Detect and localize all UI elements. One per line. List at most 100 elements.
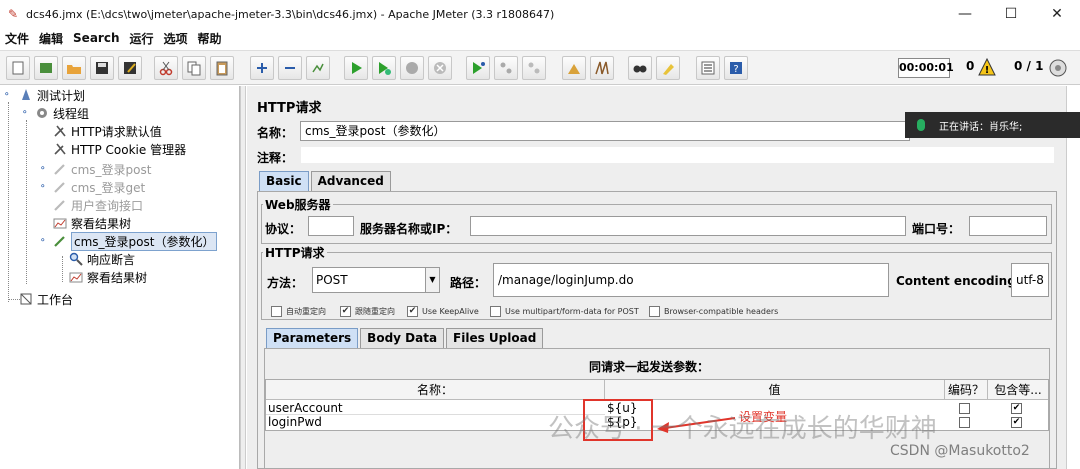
menu-file[interactable]: 文件 [0, 30, 34, 47]
port-field[interactable] [969, 216, 1047, 236]
clear-all-icon[interactable] [590, 56, 614, 80]
elapsed-time: 00:00:01 [898, 58, 954, 78]
tree-item-workbench[interactable]: 工作台 [18, 290, 73, 308]
column-header-name[interactable]: 名称： [266, 380, 605, 400]
expand-icon[interactable] [250, 56, 274, 80]
remote-exit-icon[interactable] [522, 56, 546, 80]
save-as-icon[interactable] [118, 56, 142, 80]
search-icon[interactable] [628, 56, 652, 80]
right-scroll-edge[interactable] [1066, 86, 1080, 469]
tree-item-test-plan[interactable]: 测试计划 [18, 86, 85, 104]
title-bar: ✎ dcs46.jmx (E:\dcs\two\jmeter\apache-jm… [0, 0, 1080, 28]
method-select[interactable]: POST ▼ [312, 267, 440, 293]
comment-field[interactable] [300, 146, 1055, 164]
pane-splitter[interactable] [240, 86, 246, 469]
server-field[interactable] [470, 216, 906, 236]
protocol-field[interactable] [308, 216, 354, 236]
test-plan-icon [18, 88, 34, 102]
remote-start-icon[interactable] [466, 56, 490, 80]
test-plan-tree: ⚬ 测试计划 ⚬ 线程组 HTTP请求默认值 HTTP Cookie 管理器 ⚬… [0, 86, 240, 469]
warning-icon[interactable]: ! [978, 58, 996, 76]
reset-search-icon[interactable] [656, 56, 680, 80]
remote-globe-icon[interactable] [1048, 58, 1068, 78]
request-body-tabs: Parameters Body Data Files Upload [266, 328, 545, 348]
keepalive-checkbox[interactable]: ✔ Use KeepAlive [407, 306, 479, 317]
help-icon[interactable]: ? [724, 56, 748, 80]
menu-help[interactable]: 帮助 [193, 30, 227, 47]
voice-chat-overlay: 正在讲话：肖乐华; [905, 112, 1080, 138]
tree-item-login-post[interactable]: cms_登录post [52, 160, 151, 178]
tree-item-login-post-param[interactable]: cms_登录post（参数化） [52, 231, 218, 251]
tree-item-results-tree[interactable]: 察看结果树 [52, 214, 131, 232]
start-icon[interactable] [344, 56, 368, 80]
shutdown-icon[interactable] [428, 56, 452, 80]
tree-item-login-get[interactable]: cms_登录get [52, 178, 145, 196]
auto-redirect-checkbox[interactable]: 自动重定向 [271, 306, 326, 317]
save-icon[interactable] [90, 56, 114, 80]
encode-checkbox[interactable] [959, 417, 970, 428]
include-equals-checkbox[interactable]: ✔ [1011, 403, 1022, 414]
templates-icon[interactable] [34, 56, 58, 80]
paste-icon[interactable] [210, 56, 234, 80]
new-icon[interactable] [6, 56, 30, 80]
tab-body-data[interactable]: Body Data [360, 328, 445, 348]
column-header-encode[interactable]: 编码？ [945, 380, 988, 400]
tree-item-http-defaults[interactable]: HTTP请求默认值 [52, 122, 162, 140]
copy-icon[interactable] [182, 56, 206, 80]
close-button[interactable]: ✕ [1034, 0, 1080, 28]
pencil-icon [52, 180, 68, 194]
minimize-button[interactable]: — [942, 0, 988, 28]
tab-files-upload[interactable]: Files Upload [446, 328, 544, 348]
tree-item-response-assertion[interactable]: 响应断言 [68, 250, 135, 268]
gear-icon [34, 106, 50, 120]
remote-stop-icon[interactable] [494, 56, 518, 80]
start-no-pause-icon[interactable] [372, 56, 396, 80]
clear-icon[interactable] [562, 56, 586, 80]
maximize-button[interactable]: ☐ [988, 0, 1034, 28]
column-header-include-equals[interactable]: 包含等... [988, 380, 1048, 400]
expand-toggle-icon[interactable]: ⚬ [39, 164, 47, 174]
svg-text:?: ? [733, 64, 738, 75]
name-label: 名称： [257, 126, 294, 140]
menu-search[interactable]: Search [68, 31, 124, 45]
tree-item-user-query[interactable]: 用户查询接口 [52, 196, 143, 214]
expand-toggle-icon[interactable]: ⚬ [39, 182, 47, 192]
http-request-legend: HTTP请求 [263, 244, 327, 261]
follow-redirect-checkbox[interactable]: ✔ 跟随重定向 [340, 306, 395, 317]
stop-icon[interactable] [400, 56, 424, 80]
chart-icon [68, 270, 84, 284]
tree-item-results-tree-2[interactable]: 察看结果树 [68, 268, 147, 286]
menu-options[interactable]: 选项 [159, 30, 193, 47]
microphone-icon [917, 119, 925, 131]
collapse-toggle-icon[interactable]: ⚬ [3, 90, 11, 100]
collapse-icon[interactable] [278, 56, 302, 80]
encoding-field[interactable]: utf-8 [1011, 263, 1049, 297]
open-icon[interactable] [62, 56, 86, 80]
comment-label: 注释： [257, 151, 294, 165]
multipart-checkbox[interactable]: Use multipart/form-data for POST [490, 306, 639, 317]
speaking-status: 正在讲话：肖乐华; [939, 121, 1023, 133]
csdn-watermark: CSDN @Masukotto2 [890, 443, 1030, 459]
port-label: 端口号： [912, 222, 961, 236]
name-field[interactable]: cms_登录post（参数化） [300, 121, 910, 141]
tab-parameters[interactable]: Parameters [266, 328, 359, 348]
method-label: 方法： [267, 276, 304, 290]
encode-checkbox[interactable] [959, 403, 970, 414]
tab-basic[interactable]: Basic [259, 171, 309, 191]
collapse-toggle-icon[interactable]: ⚬ [39, 236, 47, 246]
tree-item-cookie-manager[interactable]: HTTP Cookie 管理器 [52, 140, 186, 158]
browser-headers-checkbox[interactable]: Browser-compatible headers [649, 306, 778, 317]
pencil-icon [52, 234, 68, 248]
cut-icon[interactable] [154, 56, 178, 80]
include-equals-checkbox[interactable]: ✔ [1011, 417, 1022, 428]
collapse-toggle-icon[interactable]: ⚬ [21, 108, 29, 118]
menu-edit[interactable]: 编辑 [34, 30, 68, 47]
function-helper-icon[interactable] [696, 56, 720, 80]
column-header-value[interactable]: 值 [605, 380, 945, 400]
path-field[interactable]: /manage/loginJump.do [493, 263, 889, 297]
tree-item-thread-group[interactable]: 线程组 [34, 104, 89, 122]
menu-run[interactable]: 运行 [124, 30, 158, 47]
toggle-icon[interactable] [306, 56, 330, 80]
server-label: 服务器名称或IP： [360, 222, 458, 236]
tab-advanced[interactable]: Advanced [310, 171, 391, 191]
